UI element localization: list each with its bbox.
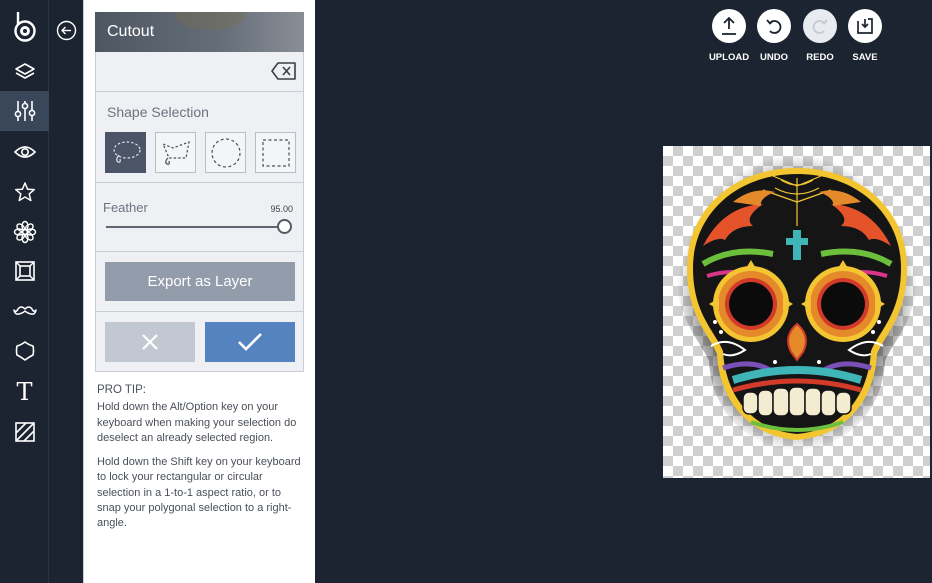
- header-image-strip: [175, 12, 245, 30]
- texture-icon[interactable]: [0, 412, 49, 452]
- polygon-lasso-icon: [161, 140, 190, 165]
- panel-title: Cutout: [107, 23, 155, 40]
- cancel-button[interactable]: [105, 322, 195, 362]
- sugar-skull-image: [676, 154, 918, 451]
- text-icon[interactable]: T: [0, 372, 49, 412]
- clear-row: [96, 52, 303, 92]
- star-icon[interactable]: [0, 172, 49, 212]
- feather-slider-track[interactable]: [106, 226, 284, 228]
- save-label: SAVE: [852, 52, 878, 63]
- layers-icon[interactable]: [0, 52, 49, 92]
- pro-tip-shift: Hold down the Shift key on your keyboard…: [97, 456, 301, 530]
- circle-select-icon: [210, 137, 241, 168]
- redo-icon: [803, 9, 837, 43]
- redo-button[interactable]: REDO: [801, 9, 839, 63]
- feather-value: 95.00: [270, 204, 293, 214]
- rectangle-select-icon: [261, 138, 290, 167]
- feather-label: Feather: [103, 200, 148, 215]
- save-button[interactable]: SAVE: [846, 9, 884, 63]
- logo-icon[interactable]: [0, 8, 49, 48]
- arrow-left-circle-icon[interactable]: [56, 20, 77, 41]
- cutout-panel: Cutout Shape Selection Feather 95.00 Exp…: [83, 0, 315, 583]
- polygon-lasso-button[interactable]: [155, 132, 196, 173]
- panel-nav-column: [50, 0, 83, 583]
- feather-section: [96, 183, 303, 252]
- flower-icon[interactable]: [0, 212, 49, 252]
- eye-icon[interactable]: [0, 132, 49, 172]
- pro-tips: PRO TIP: Hold down the Alt/Option key on…: [97, 383, 307, 541]
- pro-tip-alt: Hold down the Alt/Option key on your key…: [97, 401, 297, 444]
- panel-header: Cutout: [95, 12, 304, 52]
- text-tool-glyph: T: [16, 378, 33, 406]
- frame-icon[interactable]: [0, 251, 49, 291]
- freehand-lasso-button[interactable]: [105, 132, 146, 173]
- shape-selection-label: Shape Selection: [107, 104, 209, 120]
- close-icon: [142, 334, 158, 350]
- save-icon: [848, 9, 882, 43]
- mustache-icon[interactable]: [0, 291, 49, 331]
- shape-icon[interactable]: [0, 331, 49, 371]
- backspace-icon[interactable]: [271, 61, 297, 81]
- feather-slider-thumb[interactable]: [276, 219, 292, 234]
- rectangle-select-button[interactable]: [255, 132, 296, 173]
- cutout-controls: Shape Selection Feather 95.00 Export as …: [95, 52, 304, 372]
- pro-tip-title: PRO TIP:: [97, 384, 146, 396]
- upload-icon: [712, 9, 746, 43]
- tool-rail: T: [0, 0, 49, 583]
- sliders-icon[interactable]: [0, 91, 49, 131]
- lasso-icon: [112, 140, 141, 163]
- undo-icon: [757, 9, 791, 43]
- image-canvas[interactable]: [663, 146, 930, 478]
- export-as-layer-button[interactable]: Export as Layer: [105, 262, 295, 301]
- app: T Cutout Shape Selection Feather 95.00 E…: [0, 0, 932, 583]
- apply-button[interactable]: [205, 322, 295, 362]
- upload-button[interactable]: UPLOAD: [709, 9, 749, 63]
- ellipse-select-button[interactable]: [205, 132, 246, 173]
- check-icon: [238, 333, 262, 351]
- undo-button[interactable]: UNDO: [755, 9, 793, 63]
